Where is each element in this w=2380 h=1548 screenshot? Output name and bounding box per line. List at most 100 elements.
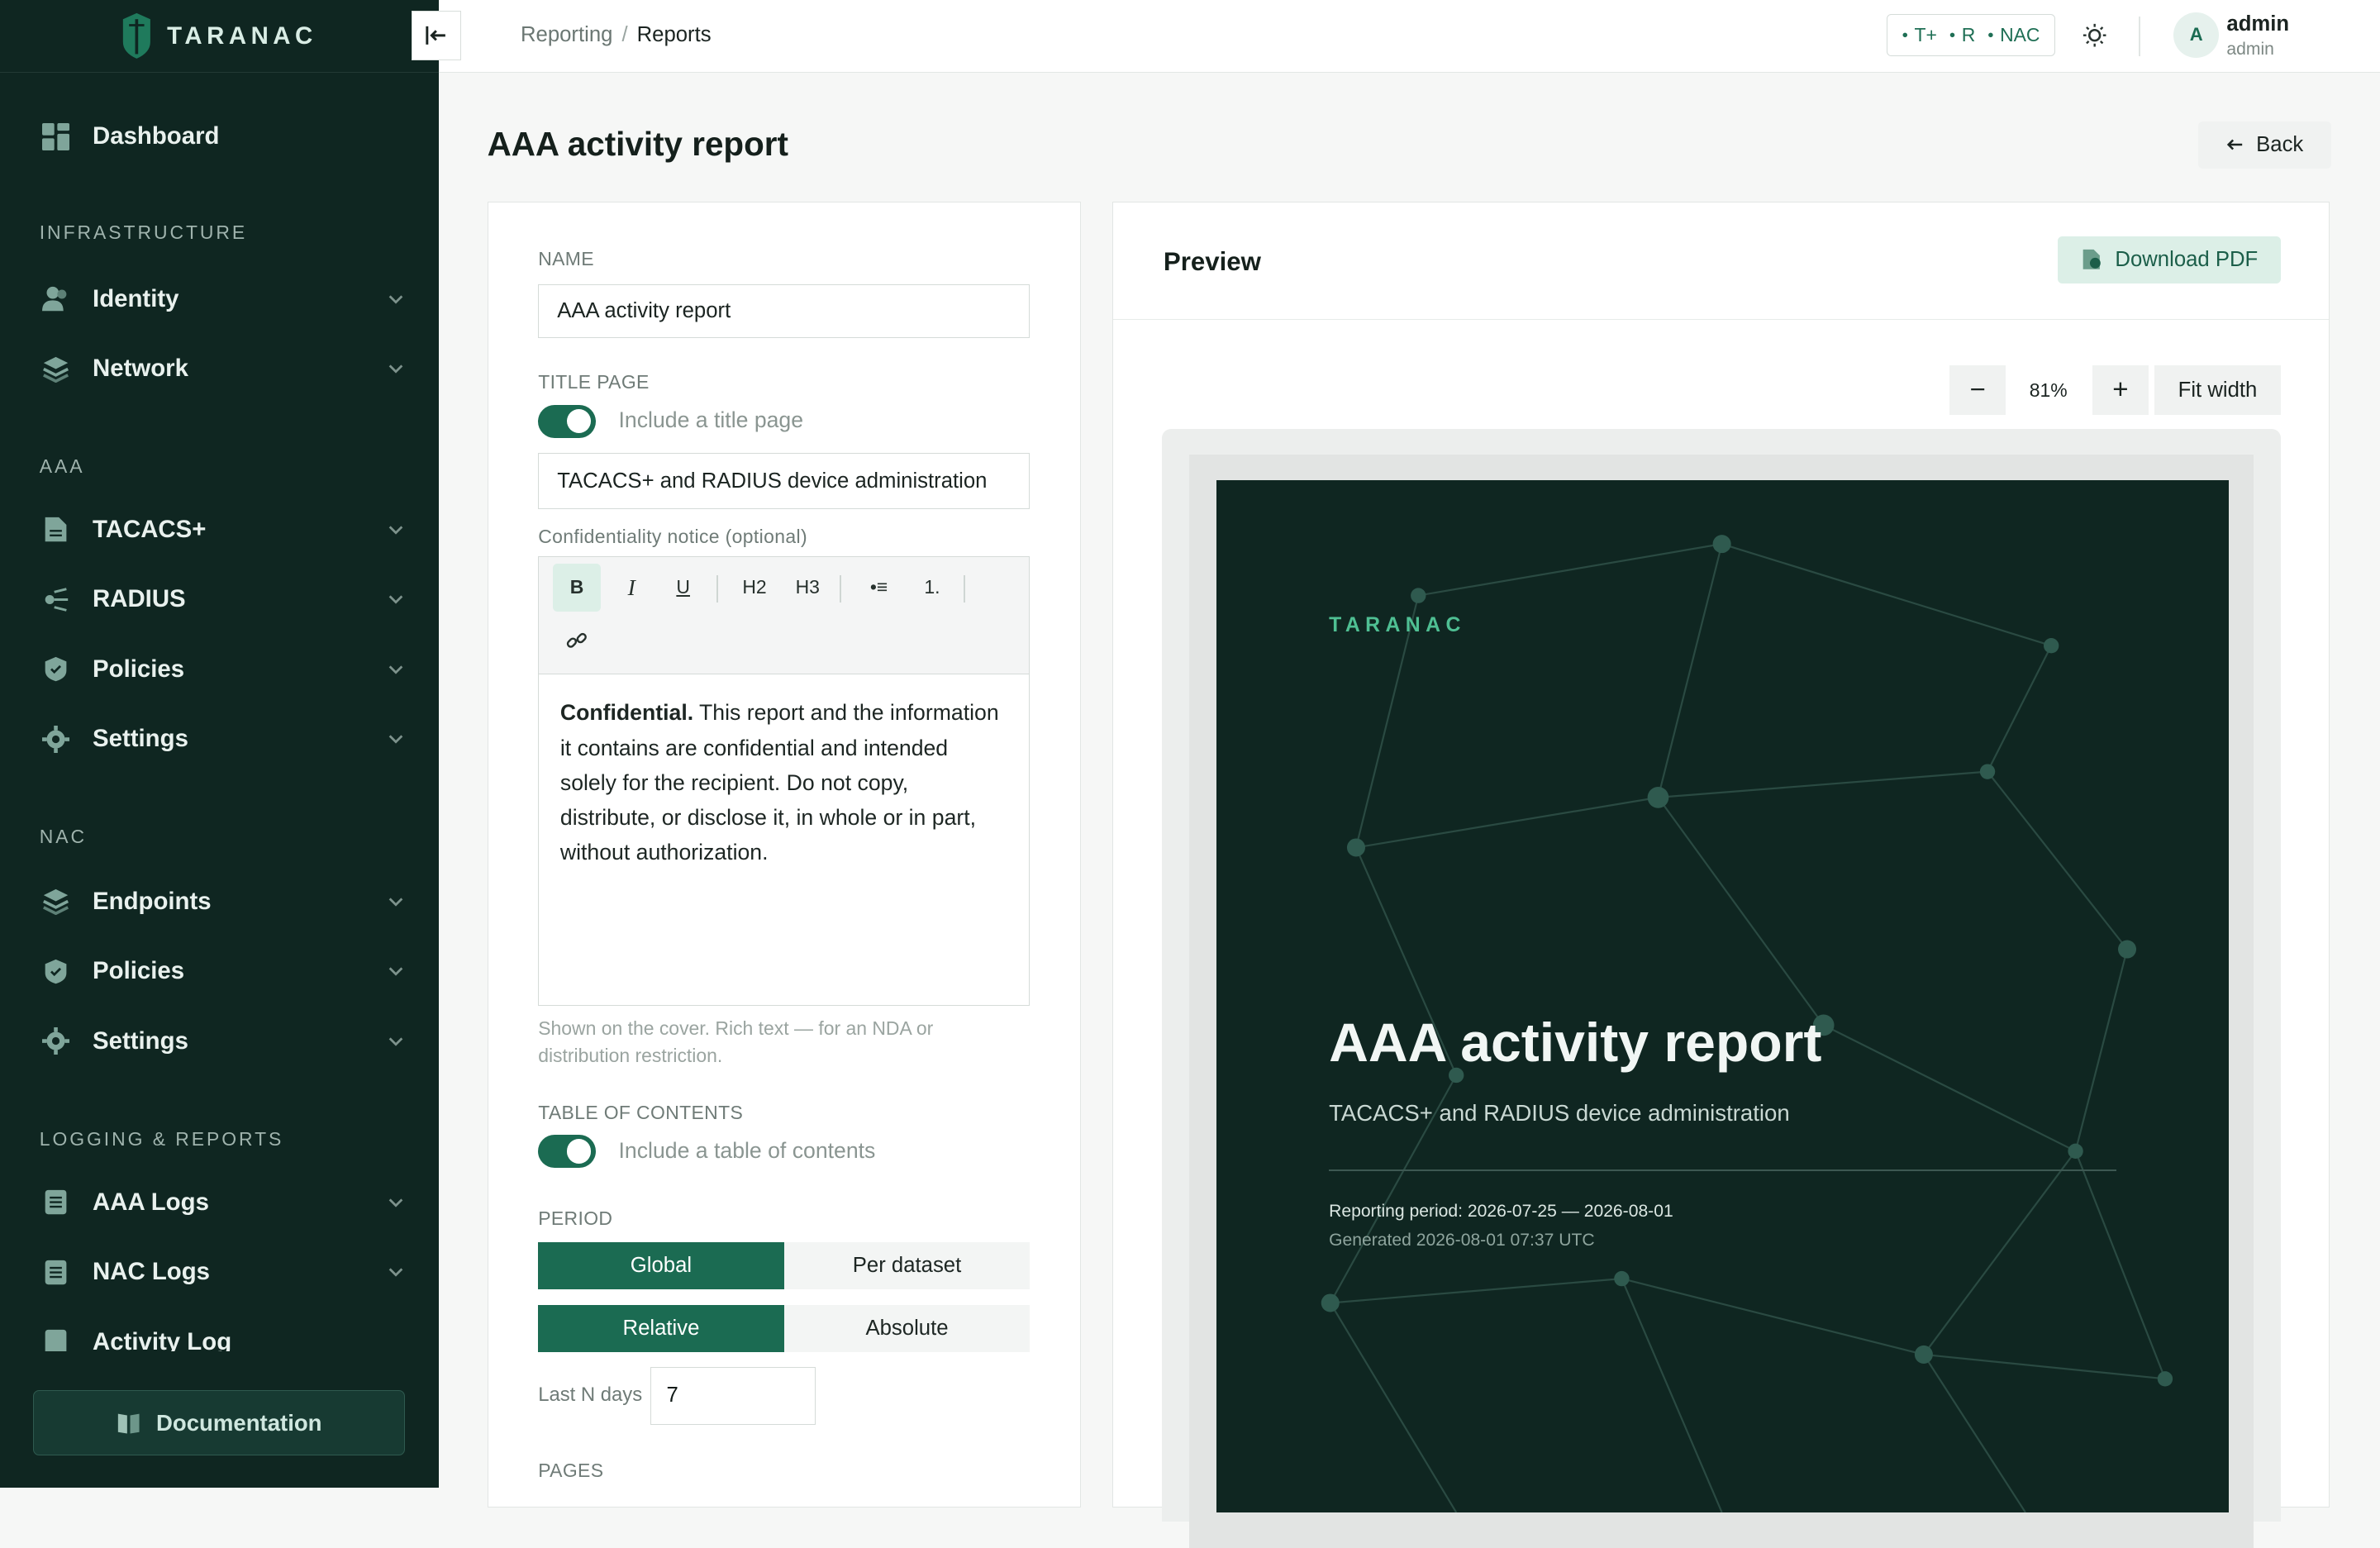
title-page-toggle[interactable]	[538, 404, 596, 438]
pages-label: PAGES	[538, 1460, 604, 1482]
protocol-nac: NAC	[1987, 24, 2040, 46]
period-mode-selector: Relative Absolute	[538, 1304, 1031, 1352]
sidebar-item-label: AAA Logs	[93, 1188, 209, 1216]
cover-reporting-period: Reporting period: 2026-07-25 — 2026-08-0…	[1329, 1201, 1673, 1221]
sidebar-item-label: NAC Logs	[93, 1258, 211, 1286]
sidebar-item-activity-log[interactable]: Activity Log	[40, 1317, 406, 1351]
sidebar-item-endpoints[interactable]: Endpoints	[40, 878, 406, 926]
sidebar-item-network[interactable]: Network	[40, 345, 406, 393]
chevron-down-icon	[389, 665, 403, 674]
log-icon	[40, 1185, 73, 1218]
zoom-in-button[interactable]: +	[2092, 364, 2149, 416]
page-title: AAA activity report	[487, 124, 788, 163]
download-pdf-button[interactable]: Download PDF	[2057, 236, 2281, 283]
title-page-toggle-label: Include a title page	[618, 407, 804, 433]
sidebar-item-tacacs[interactable]: TACACS+	[40, 506, 406, 555]
layers-icon	[40, 352, 73, 385]
documentation-label: Documentation	[156, 1409, 322, 1436]
period-relative-option[interactable]: Relative	[538, 1304, 784, 1352]
toolbar-divider	[716, 575, 718, 603]
toc-toggle-label: Include a table of contents	[618, 1137, 876, 1163]
sidebar-item-aaa-settings[interactable]: Settings	[40, 715, 406, 764]
heading2-button[interactable]: H2	[731, 564, 779, 612]
sidebar-item-label: Settings	[93, 1026, 188, 1055]
italic-button[interactable]: I	[607, 564, 656, 612]
cover-page: TARANAC AAA activity report TACACS+ and …	[1216, 480, 2230, 1513]
sidebar-item-label: Policies	[93, 957, 185, 985]
sidebar-item-label: TACACS+	[93, 515, 207, 543]
period-absolute-option[interactable]: Absolute	[783, 1304, 1031, 1352]
shield-check-icon	[40, 955, 73, 988]
chevron-down-icon	[389, 1037, 403, 1046]
chevron-down-icon	[389, 364, 403, 374]
sidebar-item-identity[interactable]: Identity	[40, 274, 406, 323]
protocol-tacacs: T+	[1902, 24, 1936, 46]
numbered-list-button[interactable]: 1.	[908, 564, 957, 612]
preview-header: Preview Download PDF	[1113, 202, 2330, 320]
name-input[interactable]: AAA activity report	[538, 284, 1031, 338]
chevron-down-icon	[389, 967, 403, 977]
section-header-aaa: AAA	[39, 455, 85, 477]
toolbar-divider	[839, 575, 841, 603]
documentation-button[interactable]: Documentation	[33, 1390, 406, 1456]
user-name[interactable]: admin	[2226, 12, 2289, 36]
chevron-down-icon	[389, 1198, 403, 1207]
bullet-list-button[interactable]: •≡	[854, 564, 903, 612]
period-per-dataset-option[interactable]: Per dataset	[783, 1242, 1031, 1290]
gear-icon	[40, 722, 73, 755]
title-page-label: TITLE PAGE	[538, 371, 650, 393]
last-n-days-input[interactable]: 7	[650, 1367, 816, 1425]
chevron-down-icon	[389, 898, 403, 907]
sidebar-item-label: Policies	[93, 655, 185, 683]
sidebar-item-aaa-policies[interactable]: Policies	[40, 645, 406, 694]
sidebar-item-aaa-logs[interactable]: AAA Logs	[40, 1178, 406, 1226]
sidebar-item-nac-policies[interactable]: Policies	[40, 947, 406, 996]
sidebar-nav: Dashboard INFRASTRUCTURE Identity Networ…	[0, 73, 439, 1351]
period-scope-selector: Global Per dataset	[538, 1242, 1031, 1290]
sidebar-item-nac-logs[interactable]: NAC Logs	[40, 1248, 406, 1297]
divider	[2138, 17, 2140, 56]
toc-label: TABLE OF CONTENTS	[538, 1101, 744, 1123]
shield-logo-icon	[122, 13, 150, 60]
arrow-left-icon	[2227, 139, 2243, 150]
subtitle-input[interactable]: TACACS+ and RADIUS device administration	[538, 453, 1031, 510]
sidebar-item-label: Dashboard	[93, 122, 220, 150]
brand[interactable]: TARANAC	[0, 0, 439, 74]
sidebar-item-label: Network	[93, 355, 188, 383]
log-icon	[40, 1325, 73, 1351]
zoom-out-button[interactable]: −	[1949, 364, 2006, 416]
shield-check-icon	[40, 653, 73, 686]
download-pdf-label: Download PDF	[2115, 247, 2259, 271]
sun-icon	[2082, 23, 2106, 47]
sidebar-item-dashboard[interactable]: Dashboard	[40, 112, 406, 161]
bold-button[interactable]: B	[552, 563, 602, 612]
section-header-nac: NAC	[39, 826, 87, 848]
back-button[interactable]: Back	[2197, 121, 2332, 169]
preview-title: Preview	[1163, 246, 1261, 276]
underline-button[interactable]: U	[659, 564, 707, 612]
fit-width-button[interactable]: Fit width	[2154, 364, 2281, 416]
cover-title: AAA activity report	[1329, 1012, 1822, 1074]
theme-toggle-button[interactable]	[2078, 18, 2111, 51]
name-label: NAME	[538, 248, 594, 270]
period-global-option[interactable]: Global	[538, 1242, 784, 1290]
breadcrumb-parent[interactable]: Reporting	[521, 23, 612, 46]
period-label: PERIOD	[538, 1207, 613, 1230]
sidebar-item-label: Endpoints	[93, 887, 212, 915]
layers-icon	[40, 885, 73, 918]
gear-icon	[40, 1025, 73, 1058]
brand-name: TARANAC	[167, 21, 317, 50]
zoom-level: 81%	[2010, 364, 2087, 416]
heading3-button[interactable]: H3	[783, 564, 832, 612]
editor-content[interactable]: Confidential. This report and the inform…	[539, 674, 1029, 892]
sidebar-item-radius[interactable]: RADIUS	[40, 575, 406, 624]
toc-toggle[interactable]	[538, 1134, 596, 1169]
dashboard-icon	[40, 120, 73, 153]
section-header-infrastructure: INFRASTRUCTURE	[39, 221, 248, 244]
user-role: admin	[2226, 39, 2274, 59]
sidebar-item-nac-settings[interactable]: Settings	[40, 1017, 406, 1066]
link-button[interactable]	[553, 617, 602, 665]
collapse-sidebar-button[interactable]	[411, 10, 462, 61]
preview-panel: Preview Download PDF − 81% + Fit width T…	[1112, 202, 2330, 1548]
avatar[interactable]: A	[2173, 12, 2220, 58]
